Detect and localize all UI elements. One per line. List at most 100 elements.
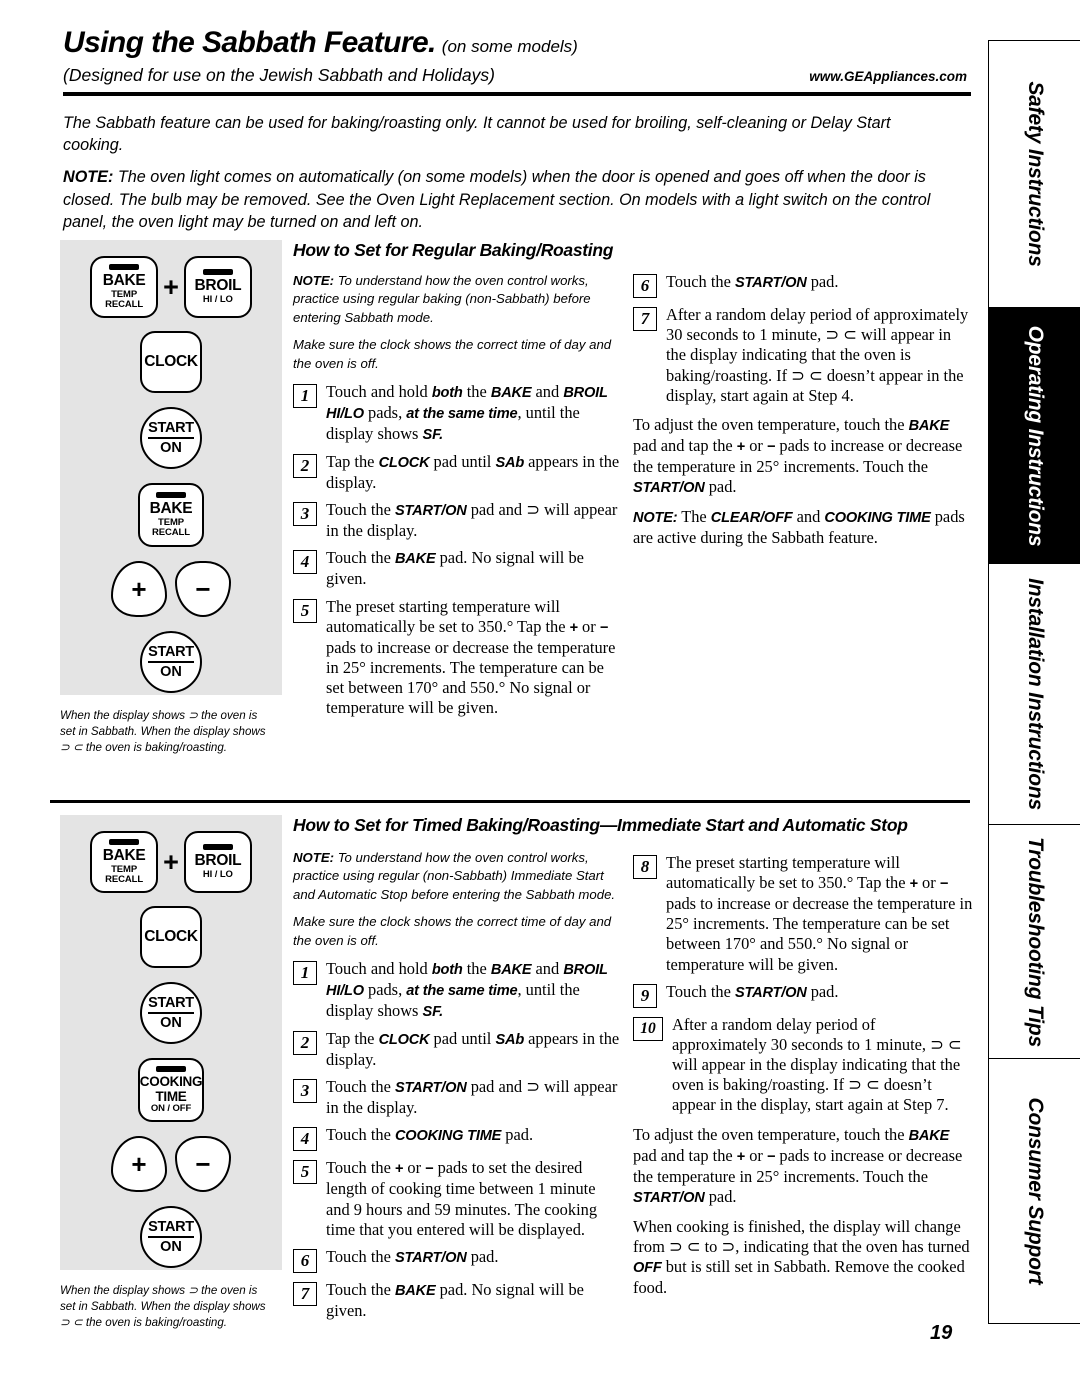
text-run: Tap the xyxy=(326,1029,379,1049)
sidebar-tab-troubleshooting-tips[interactable]: Troubleshooting Tips xyxy=(988,823,1080,1060)
minus-pad[interactable]: − xyxy=(175,561,231,617)
section2-heading: How to Set for Timed Baking/Roasting—Imm… xyxy=(293,815,908,835)
text-run: both xyxy=(431,962,463,979)
step-number: 10 xyxy=(633,1016,663,1041)
clock-pad[interactable]: CLOCK xyxy=(140,906,202,968)
section1-steps-right: 6 Touch the START/ON pad. 7 After a random … xyxy=(633,272,973,406)
minus-pad[interactable]: − xyxy=(175,1136,231,1192)
text-run: BAKE xyxy=(394,551,436,568)
instruction-step: 3 Touch the START/ON pad and ⊃ will appea… xyxy=(293,500,623,541)
section1-left-column: How to Set for Regular Baking/Roasting N… xyxy=(293,240,623,725)
text-run: pad. xyxy=(704,476,737,496)
broil-pad-sub: HI / LO xyxy=(202,293,233,305)
page-title-qualifier: (on some models) xyxy=(441,37,578,56)
step-number: 2 xyxy=(293,454,317,479)
subtitle-row: (Designed for use on the Jewish Sabbath … xyxy=(63,65,971,86)
start-label: START xyxy=(148,420,194,439)
start-label: START xyxy=(148,644,194,663)
text-run: To adjust the oven temperature, touch th… xyxy=(633,414,909,434)
step-text: Touch the COOKING TIME pad. xyxy=(326,1125,533,1151)
broil-pad[interactable]: BROIL HI / LO xyxy=(183,256,252,318)
sidebar-tab-installation-instructions[interactable]: Installation Instructions xyxy=(988,563,1080,825)
text-run: pad and tap the xyxy=(633,435,737,455)
text-run: START/ON xyxy=(394,503,467,520)
start-on-pad-top[interactable]: START ON xyxy=(140,407,202,469)
step-text: Touch the BAKE pad. No signal will be gi… xyxy=(326,548,623,589)
text-run: SAb xyxy=(495,455,525,472)
step-text: After a random delay period of approxima… xyxy=(666,305,973,406)
instruction-step: 2 Tap the CLOCK pad until SAb appears in … xyxy=(293,452,623,493)
instruction-step: 6 Touch the START/ON pad. xyxy=(633,272,973,298)
start-on-pad-bottom[interactable]: START ON xyxy=(140,631,202,693)
text-run: and xyxy=(792,506,825,526)
instruction-step: 5 The preset starting temperature will au… xyxy=(293,597,623,719)
text-run: Tap the xyxy=(326,452,379,472)
broil-pad-label: BROIL xyxy=(194,852,242,870)
sidebar-tab-label: Operating Instructions xyxy=(1023,325,1047,546)
start-label: START xyxy=(148,995,194,1014)
intro-block: The Sabbath feature can be used for baki… xyxy=(63,112,943,233)
broil-pad-label: BROIL xyxy=(194,277,242,295)
step-number: 3 xyxy=(293,502,317,527)
bake-lower-sub2: RECALL xyxy=(152,526,190,538)
bake-pad-sub2: RECALL xyxy=(105,298,144,310)
bake-pad[interactable]: BAKE TEMP RECALL xyxy=(90,256,159,318)
step-number: 5 xyxy=(293,598,317,623)
start-on-pad-top[interactable]: START ON xyxy=(140,982,202,1044)
text-run: The preset starting temperature will aut… xyxy=(326,596,570,636)
step-number: 4 xyxy=(293,1127,317,1152)
intro-note-label: NOTE: xyxy=(63,168,114,187)
start-label: START xyxy=(148,1219,194,1238)
step-text: The preset starting temperature will aut… xyxy=(326,597,623,719)
sidebar-tab-label: Safety Instructions xyxy=(1023,81,1047,267)
section2-note: NOTE: To understand how the oven control… xyxy=(293,849,623,904)
instruction-step: 7 Touch the BAKE pad. No signal will be g… xyxy=(293,1280,623,1321)
sidebar-tab-operating-instructions[interactable]: Operating Instructions xyxy=(988,306,1080,565)
section1-closing-note: NOTE: The CLEAR/OFF and COOKING TIME pad… xyxy=(633,507,973,548)
plus-pad[interactable]: + xyxy=(111,1136,167,1192)
text-run: Touch the xyxy=(326,1246,395,1266)
bake-lower-label: BAKE xyxy=(149,500,193,518)
text-run: pad. xyxy=(466,1246,499,1266)
intro-note-text: The oven light comes on automatically (o… xyxy=(63,168,931,231)
section-divider xyxy=(50,800,970,803)
instruction-step: 4 Touch the COOKING TIME pad. xyxy=(293,1125,623,1152)
section2-right-column: 8 The preset starting temperature will au… xyxy=(633,849,973,1298)
section2-closing-1: To adjust the oven temperature, touch th… xyxy=(633,1125,973,1208)
bake-pad[interactable]: BAKE TEMP RECALL xyxy=(90,831,159,893)
section1-right-column: 6 Touch the START/ON pad. 7 After a random … xyxy=(633,268,973,548)
text-run: pads, xyxy=(363,403,407,423)
step-text: Touch the START/ON pad and ⊃ will appear… xyxy=(326,1077,623,1118)
sidebar-tab-consumer-support[interactable]: Consumer Support xyxy=(988,1058,1080,1324)
instruction-step: 1 Touch and hold both the BAKE and BROIL … xyxy=(293,382,623,445)
clock-pad[interactable]: CLOCK xyxy=(140,331,202,393)
start-on-pad-bottom[interactable]: START ON xyxy=(140,1206,202,1268)
step-text: Touch and hold both the BAKE and BROIL H… xyxy=(326,959,623,1022)
text-run: + xyxy=(569,619,579,636)
text-run: BAKE xyxy=(490,962,532,979)
step-number: 1 xyxy=(293,961,317,986)
broil-pad-sub: HI / LO xyxy=(202,868,233,880)
bake-pad-sub2: RECALL xyxy=(105,873,144,885)
text-run: SF. xyxy=(422,1004,444,1021)
indicator-bar-icon xyxy=(109,839,140,846)
website-link[interactable]: www.GEAppliances.com xyxy=(809,69,971,84)
instruction-step: 7 After a random delay period of approxim… xyxy=(633,305,973,406)
text-run: Touch the xyxy=(326,1279,395,1299)
text-run: at the same time xyxy=(406,983,518,1000)
step-text: Touch the + or − pads to set the desired… xyxy=(326,1158,623,1239)
text-run: pad. xyxy=(501,1125,534,1145)
bake-pad-lower[interactable]: BAKE TEMP RECALL xyxy=(138,483,204,547)
plus-pad[interactable]: + xyxy=(111,561,167,617)
text-run: + xyxy=(736,1148,746,1165)
step-number: 1 xyxy=(293,384,317,409)
broil-pad[interactable]: BROIL HI / LO xyxy=(183,831,252,893)
plus-separator-icon: + xyxy=(163,846,179,877)
instruction-step: 9 Touch the START/ON pad. xyxy=(633,982,973,1008)
section2-steps-left: 1 Touch and hold both the BAKE and BROIL … xyxy=(293,959,623,1321)
text-run: or xyxy=(917,873,940,893)
text-run: When cooking is finished, the display wi… xyxy=(633,1216,970,1256)
sidebar-tab-safety-instructions[interactable]: Safety Instructions xyxy=(988,40,1080,308)
cooking-time-pad[interactable]: COOKING TIME ON / OFF xyxy=(138,1058,204,1122)
instruction-step: 5 Touch the + or − pads to set the desire… xyxy=(293,1158,623,1239)
